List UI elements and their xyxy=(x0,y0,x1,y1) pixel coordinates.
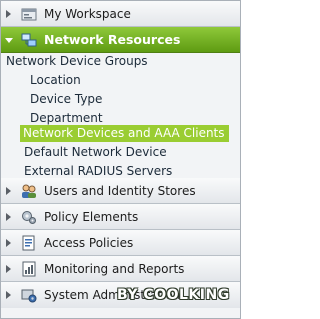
tree-item-location[interactable]: Location xyxy=(30,72,81,89)
nav-access-policies-label: Access Policies xyxy=(44,236,134,250)
navigation-panel: My Workspace Network Resources Network D… xyxy=(0,0,241,319)
chevron-right-icon xyxy=(6,187,11,195)
nav-network-resources[interactable]: Network Resources xyxy=(1,27,240,53)
tree-item-network-devices-aaa-clients[interactable]: Network Devices and AAA Clients xyxy=(20,125,229,142)
users-icon xyxy=(22,184,36,198)
tree-item-default-network-device[interactable]: Default Network Device xyxy=(24,144,167,161)
nav-access-policies[interactable]: Access Policies xyxy=(1,230,240,256)
nav-network-resources-label: Network Resources xyxy=(44,32,181,47)
chevron-down-icon xyxy=(5,38,13,43)
nav-monitoring-label: Monitoring and Reports xyxy=(44,262,185,276)
nav-my-workspace[interactable]: My Workspace xyxy=(1,1,240,27)
system-administration-icon xyxy=(21,289,37,303)
workspace-icon xyxy=(21,8,37,21)
nav-monitoring-reports[interactable]: Monitoring and Reports xyxy=(1,256,240,282)
chevron-right-icon xyxy=(6,213,11,221)
tree-item-network-device-groups[interactable]: Network Device Groups xyxy=(6,53,148,70)
policy-elements-icon xyxy=(22,211,36,224)
tree-item-device-type[interactable]: Device Type xyxy=(30,91,102,108)
chevron-right-icon xyxy=(6,239,11,247)
chevron-right-icon xyxy=(6,291,11,299)
nav-my-workspace-label: My Workspace xyxy=(44,7,131,21)
nav-users-label: Users and Identity Stores xyxy=(44,184,196,198)
chevron-right-icon xyxy=(6,265,11,273)
nav-policy-elements-label: Policy Elements xyxy=(44,210,139,224)
chevron-right-icon xyxy=(6,10,11,18)
watermark-text: BY COOLKING xyxy=(117,287,230,303)
nav-policy-elements[interactable]: Policy Elements xyxy=(1,204,240,230)
network-resources-icon xyxy=(21,33,37,47)
nav-users-identity-stores[interactable]: Users and Identity Stores xyxy=(1,178,240,204)
monitoring-icon xyxy=(22,261,36,277)
access-policies-icon xyxy=(22,235,35,251)
